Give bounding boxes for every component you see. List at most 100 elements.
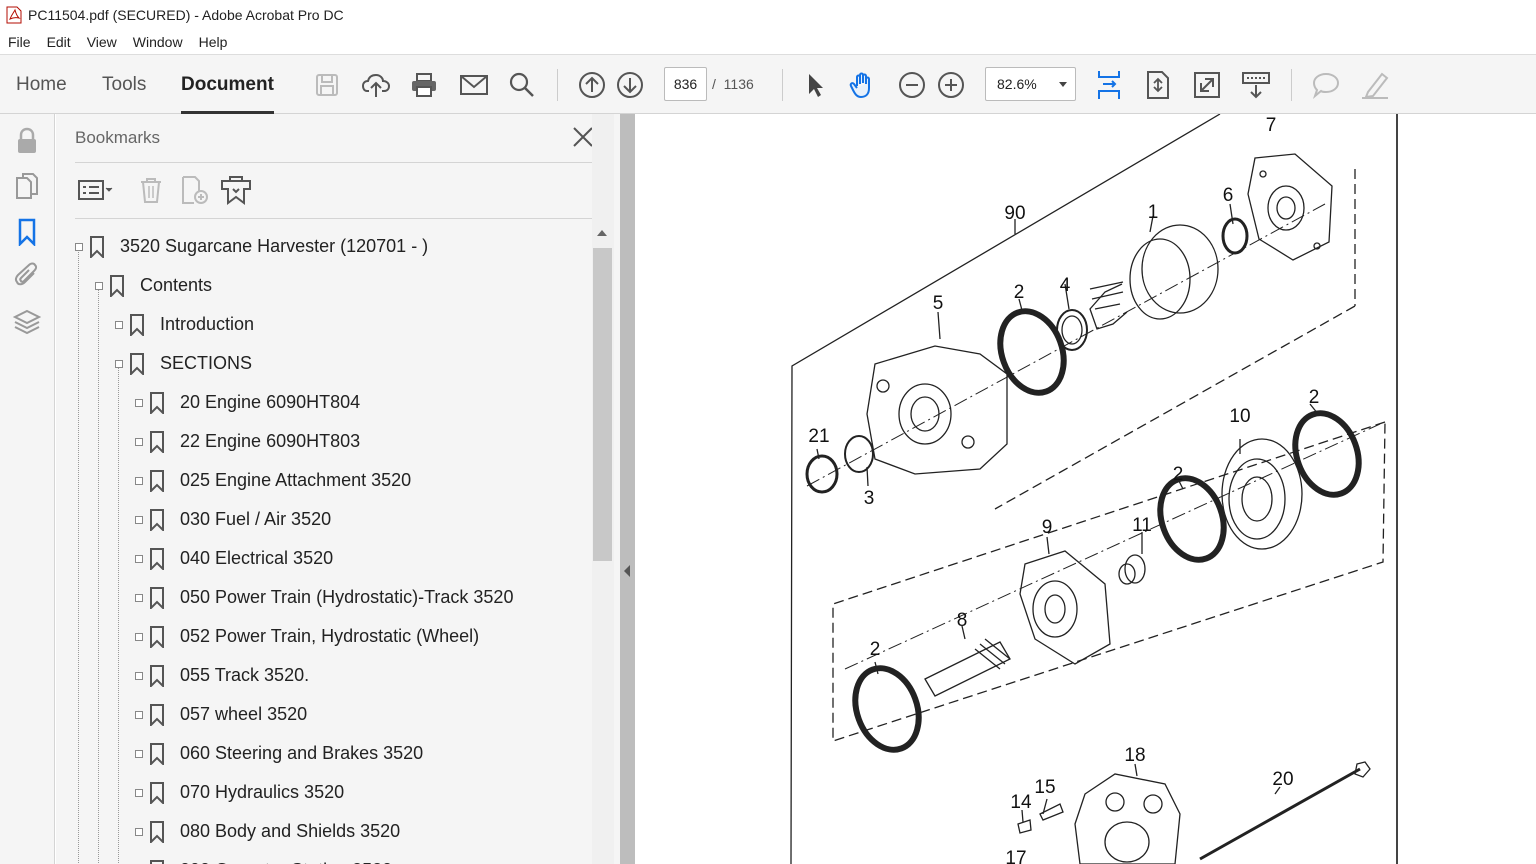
full-screen-button[interactable]: [1191, 69, 1223, 101]
expand-toggle-icon[interactable]: [115, 359, 123, 368]
bookmark-item[interactable]: Contents: [95, 266, 212, 305]
expand-toggle-icon[interactable]: [115, 320, 123, 329]
expand-toggle-icon[interactable]: [135, 515, 143, 524]
bookmark-item[interactable]: 055 Track 3520.: [135, 656, 309, 695]
bookmark-label: 040 Electrical 3520: [180, 548, 334, 568]
print-button[interactable]: [408, 69, 440, 101]
expand-toggle-icon[interactable]: [135, 749, 143, 758]
bookmark-item[interactable]: 052 Power Train, Hydrostatic (Wheel): [135, 617, 479, 656]
menu-window[interactable]: Window: [125, 34, 191, 50]
bookmark-icon: [150, 781, 164, 804]
search-button[interactable]: [506, 69, 538, 101]
bookmark-item[interactable]: 025 Engine Attachment 3520: [135, 461, 411, 500]
select-tool-button[interactable]: [799, 69, 831, 101]
paperclip-icon: [14, 262, 38, 286]
tree-guide-line: [98, 285, 99, 864]
bookmark-item[interactable]: 030 Fuel / Air 3520: [135, 500, 331, 539]
collapse-panel-arrow-icon[interactable]: [624, 565, 630, 577]
bookmarks-panel-button[interactable]: [12, 217, 42, 247]
security-button[interactable]: [12, 126, 42, 156]
assembly-box-line: [790, 114, 1221, 864]
zoom-select[interactable]: 82.6%: [985, 67, 1076, 101]
expand-toggle-icon[interactable]: [135, 632, 143, 641]
close-icon[interactable]: [572, 126, 594, 148]
menu-view[interactable]: View: [79, 34, 125, 50]
attachments-button[interactable]: [12, 260, 42, 290]
add-bookmark-icon: [182, 176, 208, 204]
bookmark-label: 025 Engine Attachment 3520: [180, 470, 412, 490]
highlight-button[interactable]: [1359, 69, 1391, 101]
expand-toggle-icon[interactable]: [135, 437, 143, 446]
bookmark-item[interactable]: SECTIONS: [115, 344, 252, 383]
expand-toggle-icon[interactable]: [135, 710, 143, 719]
part-callout-label: 2: [1309, 387, 1320, 408]
delete-bookmark-button[interactable]: [138, 174, 164, 206]
expand-bookmark-button[interactable]: [220, 174, 252, 206]
bookmark-item[interactable]: 050 Power Train (Hydrostatic)-Track 3520: [135, 578, 513, 617]
bookmark-item[interactable]: 070 Hydraulics 3520: [135, 773, 344, 812]
scroll-thumb[interactable]: [593, 248, 612, 561]
bookmark-item[interactable]: 060 Steering and Brakes 3520: [135, 734, 423, 773]
bookmark-icon: [150, 664, 164, 687]
bookmark-label: 057 wheel 3520: [180, 704, 308, 724]
page-thumbnails-button[interactable]: [12, 171, 42, 201]
bookmark-item[interactable]: 090 Operator Station 3520: [135, 851, 392, 864]
layers-button[interactable]: [12, 307, 42, 337]
bookmark-item[interactable]: 080 Body and Shields 3520: [135, 812, 400, 851]
next-page-button[interactable]: [614, 69, 646, 101]
scroll-mode-button[interactable]: [1093, 69, 1125, 101]
expand-toggle-icon[interactable]: [75, 242, 83, 251]
new-bookmark-button[interactable]: [180, 174, 210, 206]
tab-document[interactable]: Document: [181, 55, 274, 114]
bookmark-icon: [150, 742, 164, 765]
panel-splitter[interactable]: [620, 114, 635, 864]
page-edge: [1396, 114, 1398, 864]
menu-help[interactable]: Help: [191, 34, 236, 50]
previous-page-button[interactable]: [576, 69, 608, 101]
bookmarks-scrollbar[interactable]: [592, 114, 614, 864]
expand-toggle-icon[interactable]: [95, 281, 103, 290]
expand-toggle-icon[interactable]: [135, 476, 143, 485]
save-button[interactable]: [311, 69, 343, 101]
bookmark-options-button[interactable]: [76, 174, 116, 206]
main-toolbar: Home Tools Document 836 / 1136 82.6%: [0, 54, 1536, 114]
hand-tool-button[interactable]: [847, 69, 879, 101]
expand-toggle-icon[interactable]: [135, 554, 143, 563]
bookmark-icon: [150, 547, 164, 570]
bookmark-icon: [150, 586, 164, 609]
part-callout-label: 17: [1005, 848, 1026, 864]
upload-button[interactable]: [360, 69, 392, 101]
bookmark-item[interactable]: 057 wheel 3520: [135, 695, 307, 734]
expand-toggle-icon[interactable]: [135, 593, 143, 602]
expand-toggle-icon[interactable]: [135, 788, 143, 797]
page-total: / 1136: [712, 67, 754, 101]
bookmark-icon: [150, 859, 164, 864]
menu-file[interactable]: File: [0, 34, 39, 50]
expand-toggle-icon[interactable]: [135, 827, 143, 836]
zoom-in-button[interactable]: [935, 69, 967, 101]
document-viewer[interactable]: 7 6 90 1 2 4 5 21 3 10 2 2 9 11 8 2 18 15 14 20 17: [635, 114, 1536, 864]
email-button[interactable]: [458, 69, 490, 101]
expand-toggle-icon[interactable]: [135, 671, 143, 680]
read-mode-button[interactable]: [1240, 69, 1272, 101]
comment-button[interactable]: [1310, 69, 1342, 101]
part-callout-label: 1: [1148, 202, 1159, 223]
expand-bookmark-icon: [221, 176, 251, 205]
zoom-out-button[interactable]: [896, 69, 928, 101]
bookmark-item[interactable]: 040 Electrical 3520: [135, 539, 333, 578]
trash-icon: [141, 178, 161, 203]
tab-home[interactable]: Home: [16, 55, 67, 114]
bookmark-item[interactable]: Introduction: [115, 305, 254, 344]
fit-page-button[interactable]: [1142, 69, 1174, 101]
pages-icon: [16, 173, 38, 199]
expand-toggle-icon[interactable]: [135, 398, 143, 407]
bookmark-item[interactable]: 3520 Sugarcane Harvester (120701 - ): [75, 227, 428, 266]
save-icon: [316, 74, 338, 96]
bookmark-icon: [130, 313, 144, 336]
scroll-up-arrow-icon[interactable]: [597, 230, 607, 236]
page-number-input[interactable]: 836: [664, 67, 707, 101]
bookmark-item[interactable]: 20 Engine 6090HT804: [135, 383, 360, 422]
menu-edit[interactable]: Edit: [39, 34, 79, 50]
bookmark-item[interactable]: 22 Engine 6090HT803: [135, 422, 360, 461]
tab-tools[interactable]: Tools: [102, 55, 146, 114]
